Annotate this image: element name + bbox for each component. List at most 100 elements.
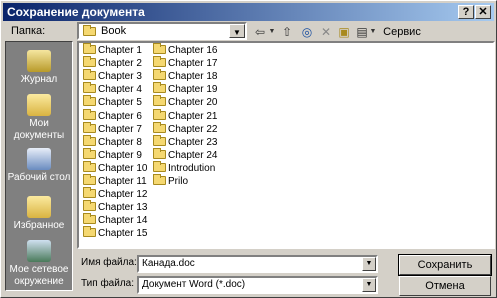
folder-label: Chapter 2 [98,58,142,70]
folder-icon [83,108,96,120]
folder-item[interactable]: Chapter 15 [83,226,148,240]
folder-item[interactable]: Chapter 10 [83,160,148,175]
place-label: Рабочий стол [7,172,71,183]
save-button[interactable]: Сохранить [398,254,492,276]
folder-item[interactable]: Chapter 13 [83,200,148,214]
folder-item[interactable]: Chapter 24 [153,147,218,162]
folder-label: Chapter 4 [98,84,142,96]
folder-item[interactable]: Prilo [153,174,188,188]
folder-label: Chapter 12 [98,189,148,201]
folder-icon [83,200,96,212]
folder-label: Chapter 10 [98,162,148,174]
folder-icon [153,56,166,68]
my-documents-icon [27,94,51,116]
folder-item[interactable]: Chapter 21 [153,108,217,123]
place-desktop[interactable]: Рабочий стол [6,148,72,184]
folder-combobox[interactable]: Book ▼ [77,22,247,40]
folder-label: Chapter 3 [98,71,142,83]
folder-icon [83,56,96,68]
up-folder-icon[interactable]: ⇧ [279,23,295,41]
folder-item[interactable]: Chapter 7 [83,121,142,136]
folder-icon [83,43,96,54]
place-label: Мое сетевое окружение [9,264,69,287]
folder-icon [83,69,96,81]
folder-icon [83,121,96,133]
folder-icon [153,95,166,107]
folder-item[interactable]: Chapter 18 [153,69,217,83]
folder-label: Chapter 15 [98,228,148,240]
folder-item[interactable]: Chapter 22 [153,121,218,136]
views-dropdown-icon[interactable]: ▼ [369,23,377,41]
folder-item[interactable]: Chapter 3 [83,69,142,83]
folder-icon [83,82,96,94]
folder-item[interactable]: Chapter 20 [153,95,217,109]
folder-item[interactable]: Chapter 16 [153,43,218,57]
cancel-button[interactable]: Отмена [399,276,491,296]
folder-icon [153,160,166,172]
help-button[interactable]: ? [458,5,474,19]
folder-value: Book [101,25,127,37]
folder-label: Chapter 24 [168,149,218,161]
folder-icon [153,147,166,159]
folder-item[interactable]: Chapter 11 [83,174,147,188]
new-folder-icon[interactable]: ▣ [337,23,351,41]
back-dropdown-icon[interactable]: ▼ [268,23,276,41]
folder-icon [83,147,96,159]
search-web-icon[interactable]: ◎ [299,23,315,41]
network-icon [27,240,51,262]
folder-label: Chapter 7 [98,123,142,135]
folder-icon [83,174,96,185]
title-bar: Сохранение документа ? ✕ [3,3,494,21]
window-title: Сохранение документа [7,5,145,19]
folder-item[interactable]: Chapter 23 [153,134,218,149]
folder-label: Chapter 13 [98,202,148,214]
folder-item[interactable]: Chapter 19 [153,82,217,96]
close-button[interactable]: ✕ [475,5,491,19]
folder-label: Chapter 23 [168,136,218,148]
views-icon[interactable]: ▤ [355,23,369,41]
filename-input[interactable]: Канада.doc ▼ [137,255,378,273]
folder-item[interactable]: Chapter 4 [83,82,142,96]
folder-item[interactable]: Chapter 6 [83,108,142,123]
chevron-down-icon[interactable]: ▼ [362,257,376,271]
back-icon[interactable]: ⇦ [253,23,267,41]
folder-item[interactable]: Chapter 17 [153,56,218,70]
place-network[interactable]: Мое сетевое окружение [6,240,72,288]
folder-item[interactable]: Chapter 9 [83,147,142,162]
place-my-documents[interactable]: Мои документы [6,94,72,142]
folder-item[interactable]: Chapter 2 [83,56,142,70]
folder-label: Introdution [168,162,216,174]
place-label: Журнал [20,74,58,85]
place-history[interactable]: Журнал [6,50,72,86]
folder-icon [83,187,96,199]
folder-label: Chapter 16 [168,45,218,56]
chevron-down-icon[interactable]: ▼ [362,278,376,292]
tools-menu[interactable]: Сервис ▾ [381,23,423,56]
place-favorites[interactable]: Избранное [6,196,72,232]
delete-icon[interactable]: ✕ [319,23,333,41]
filename-value: Канада.doc [142,258,195,269]
filetype-select[interactable]: Документ Word (*.doc) ▼ [137,276,378,294]
folder-icon [83,160,96,172]
filetype-value: Документ Word (*.doc) [142,279,246,290]
folder-label: Chapter 14 [98,215,148,227]
folder-icon [83,25,96,36]
file-list[interactable]: Chapter 1 Chapter 2 Chapter 3 Chapter 4 Chap… [77,41,495,249]
folder-label: Chapter 1 [98,45,142,56]
folder-item[interactable]: Introdution [153,160,216,175]
folder-item[interactable]: Chapter 5 [83,95,142,109]
folder-label: Chapter 22 [168,123,218,135]
filename-label: Имя файла: [81,257,137,268]
chevron-down-icon[interactable]: ▼ [229,24,245,38]
folder-label: Chapter 5 [98,97,142,109]
folder-item[interactable]: Chapter 8 [83,134,142,149]
folder-item[interactable]: Chapter 12 [83,187,148,201]
folder-label: Chapter 17 [168,58,218,70]
folder-item[interactable]: Chapter 14 [83,213,148,227]
folder-icon [153,134,166,146]
folder-item[interactable]: Chapter 1 [83,43,142,57]
place-label: Мои документы [13,118,65,141]
place-label: Избранное [13,220,65,231]
folder-icon [83,95,96,107]
folder-label: Chapter 11 [98,176,147,187]
